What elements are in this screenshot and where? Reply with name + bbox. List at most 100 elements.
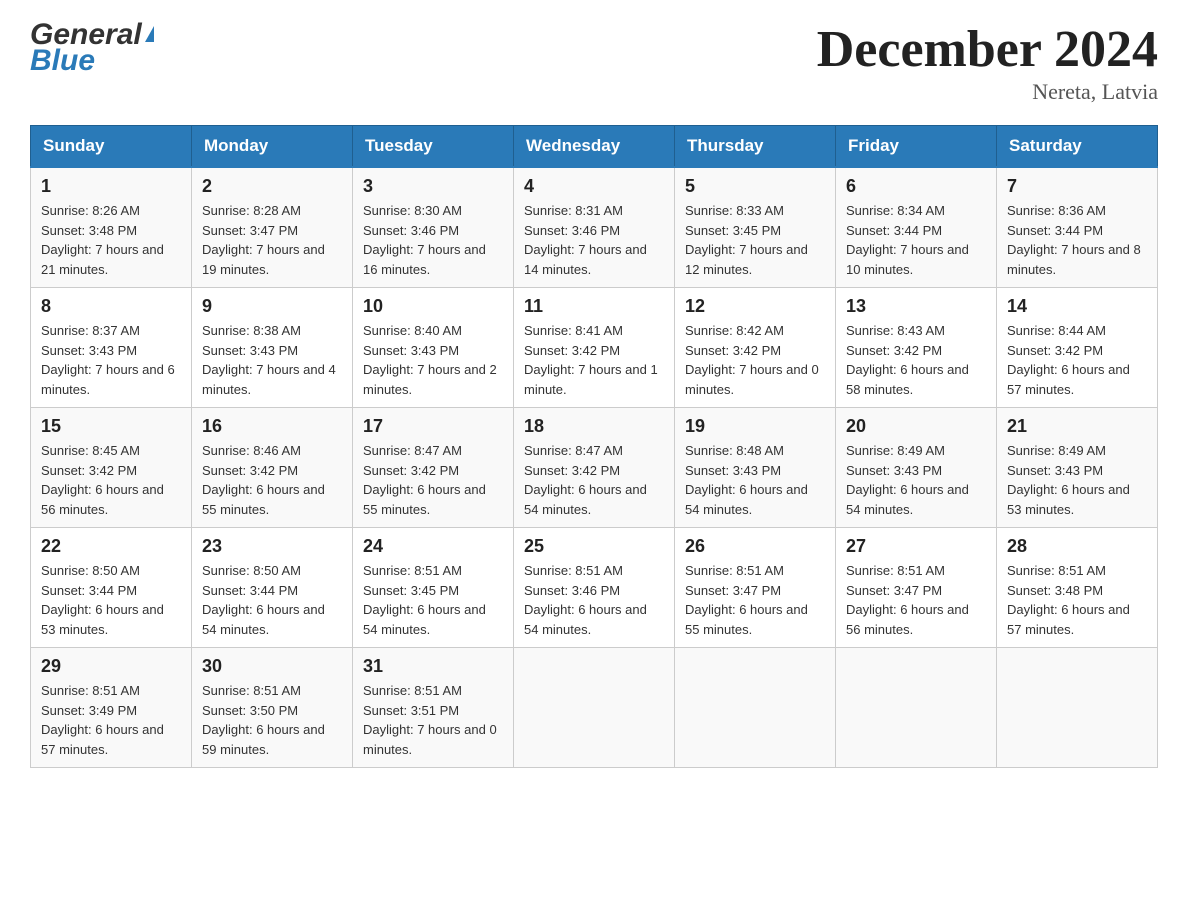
day-info: Sunrise: 8:48 AM Sunset: 3:43 PM Dayligh… <box>685 441 825 519</box>
table-row: 13 Sunrise: 8:43 AM Sunset: 3:42 PM Dayl… <box>836 288 997 408</box>
table-row: 2 Sunrise: 8:28 AM Sunset: 3:47 PM Dayli… <box>192 167 353 288</box>
day-info: Sunrise: 8:30 AM Sunset: 3:46 PM Dayligh… <box>363 201 503 279</box>
day-number: 10 <box>363 296 503 317</box>
day-number: 18 <box>524 416 664 437</box>
col-saturday: Saturday <box>997 126 1158 168</box>
table-row <box>514 648 675 768</box>
table-row: 28 Sunrise: 8:51 AM Sunset: 3:48 PM Dayl… <box>997 528 1158 648</box>
table-row: 16 Sunrise: 8:46 AM Sunset: 3:42 PM Dayl… <box>192 408 353 528</box>
table-row <box>675 648 836 768</box>
table-row: 20 Sunrise: 8:49 AM Sunset: 3:43 PM Dayl… <box>836 408 997 528</box>
calendar-row: 1 Sunrise: 8:26 AM Sunset: 3:48 PM Dayli… <box>31 167 1158 288</box>
table-row: 4 Sunrise: 8:31 AM Sunset: 3:46 PM Dayli… <box>514 167 675 288</box>
day-info: Sunrise: 8:47 AM Sunset: 3:42 PM Dayligh… <box>363 441 503 519</box>
table-row: 19 Sunrise: 8:48 AM Sunset: 3:43 PM Dayl… <box>675 408 836 528</box>
day-info: Sunrise: 8:51 AM Sunset: 3:51 PM Dayligh… <box>363 681 503 759</box>
day-number: 19 <box>685 416 825 437</box>
day-number: 26 <box>685 536 825 557</box>
day-number: 24 <box>363 536 503 557</box>
day-info: Sunrise: 8:44 AM Sunset: 3:42 PM Dayligh… <box>1007 321 1147 399</box>
day-number: 17 <box>363 416 503 437</box>
day-info: Sunrise: 8:33 AM Sunset: 3:45 PM Dayligh… <box>685 201 825 279</box>
table-row: 9 Sunrise: 8:38 AM Sunset: 3:43 PM Dayli… <box>192 288 353 408</box>
day-number: 4 <box>524 176 664 197</box>
day-info: Sunrise: 8:51 AM Sunset: 3:45 PM Dayligh… <box>363 561 503 639</box>
day-info: Sunrise: 8:51 AM Sunset: 3:46 PM Dayligh… <box>524 561 664 639</box>
day-info: Sunrise: 8:49 AM Sunset: 3:43 PM Dayligh… <box>846 441 986 519</box>
day-info: Sunrise: 8:50 AM Sunset: 3:44 PM Dayligh… <box>41 561 181 639</box>
day-number: 8 <box>41 296 181 317</box>
table-row: 21 Sunrise: 8:49 AM Sunset: 3:43 PM Dayl… <box>997 408 1158 528</box>
table-row: 12 Sunrise: 8:42 AM Sunset: 3:42 PM Dayl… <box>675 288 836 408</box>
table-row: 26 Sunrise: 8:51 AM Sunset: 3:47 PM Dayl… <box>675 528 836 648</box>
day-number: 15 <box>41 416 181 437</box>
calendar-row: 8 Sunrise: 8:37 AM Sunset: 3:43 PM Dayli… <box>31 288 1158 408</box>
day-info: Sunrise: 8:36 AM Sunset: 3:44 PM Dayligh… <box>1007 201 1147 279</box>
table-row <box>836 648 997 768</box>
table-row: 3 Sunrise: 8:30 AM Sunset: 3:46 PM Dayli… <box>353 167 514 288</box>
table-row: 27 Sunrise: 8:51 AM Sunset: 3:47 PM Dayl… <box>836 528 997 648</box>
table-row: 10 Sunrise: 8:40 AM Sunset: 3:43 PM Dayl… <box>353 288 514 408</box>
day-info: Sunrise: 8:51 AM Sunset: 3:48 PM Dayligh… <box>1007 561 1147 639</box>
table-row: 18 Sunrise: 8:47 AM Sunset: 3:42 PM Dayl… <box>514 408 675 528</box>
day-info: Sunrise: 8:42 AM Sunset: 3:42 PM Dayligh… <box>685 321 825 399</box>
col-sunday: Sunday <box>31 126 192 168</box>
day-number: 13 <box>846 296 986 317</box>
day-number: 25 <box>524 536 664 557</box>
table-row: 24 Sunrise: 8:51 AM Sunset: 3:45 PM Dayl… <box>353 528 514 648</box>
table-row: 14 Sunrise: 8:44 AM Sunset: 3:42 PM Dayl… <box>997 288 1158 408</box>
location-text: Nereta, Latvia <box>817 79 1158 105</box>
day-number: 28 <box>1007 536 1147 557</box>
day-number: 16 <box>202 416 342 437</box>
day-number: 5 <box>685 176 825 197</box>
table-row: 15 Sunrise: 8:45 AM Sunset: 3:42 PM Dayl… <box>31 408 192 528</box>
day-info: Sunrise: 8:28 AM Sunset: 3:47 PM Dayligh… <box>202 201 342 279</box>
day-number: 11 <box>524 296 664 317</box>
title-area: December 2024 Nereta, Latvia <box>817 20 1158 105</box>
table-row: 22 Sunrise: 8:50 AM Sunset: 3:44 PM Dayl… <box>31 528 192 648</box>
table-row: 30 Sunrise: 8:51 AM Sunset: 3:50 PM Dayl… <box>192 648 353 768</box>
table-row: 7 Sunrise: 8:36 AM Sunset: 3:44 PM Dayli… <box>997 167 1158 288</box>
calendar-row: 29 Sunrise: 8:51 AM Sunset: 3:49 PM Dayl… <box>31 648 1158 768</box>
day-number: 2 <box>202 176 342 197</box>
day-number: 23 <box>202 536 342 557</box>
day-number: 3 <box>363 176 503 197</box>
table-row: 8 Sunrise: 8:37 AM Sunset: 3:43 PM Dayli… <box>31 288 192 408</box>
table-row: 29 Sunrise: 8:51 AM Sunset: 3:49 PM Dayl… <box>31 648 192 768</box>
table-row: 25 Sunrise: 8:51 AM Sunset: 3:46 PM Dayl… <box>514 528 675 648</box>
day-info: Sunrise: 8:51 AM Sunset: 3:47 PM Dayligh… <box>846 561 986 639</box>
day-info: Sunrise: 8:47 AM Sunset: 3:42 PM Dayligh… <box>524 441 664 519</box>
day-info: Sunrise: 8:38 AM Sunset: 3:43 PM Dayligh… <box>202 321 342 399</box>
day-number: 6 <box>846 176 986 197</box>
day-info: Sunrise: 8:26 AM Sunset: 3:48 PM Dayligh… <box>41 201 181 279</box>
col-wednesday: Wednesday <box>514 126 675 168</box>
day-info: Sunrise: 8:31 AM Sunset: 3:46 PM Dayligh… <box>524 201 664 279</box>
day-number: 27 <box>846 536 986 557</box>
col-monday: Monday <box>192 126 353 168</box>
day-info: Sunrise: 8:46 AM Sunset: 3:42 PM Dayligh… <box>202 441 342 519</box>
day-number: 20 <box>846 416 986 437</box>
table-row: 5 Sunrise: 8:33 AM Sunset: 3:45 PM Dayli… <box>675 167 836 288</box>
logo: General Blue <box>30 20 154 76</box>
day-info: Sunrise: 8:43 AM Sunset: 3:42 PM Dayligh… <box>846 321 986 399</box>
day-number: 21 <box>1007 416 1147 437</box>
col-friday: Friday <box>836 126 997 168</box>
logo-blue-text: Blue <box>30 46 154 76</box>
day-number: 1 <box>41 176 181 197</box>
day-info: Sunrise: 8:34 AM Sunset: 3:44 PM Dayligh… <box>846 201 986 279</box>
table-row: 23 Sunrise: 8:50 AM Sunset: 3:44 PM Dayl… <box>192 528 353 648</box>
day-number: 22 <box>41 536 181 557</box>
day-number: 14 <box>1007 296 1147 317</box>
day-number: 29 <box>41 656 181 677</box>
logo-triangle-icon <box>145 26 154 42</box>
day-info: Sunrise: 8:51 AM Sunset: 3:50 PM Dayligh… <box>202 681 342 759</box>
calendar-row: 22 Sunrise: 8:50 AM Sunset: 3:44 PM Dayl… <box>31 528 1158 648</box>
day-number: 12 <box>685 296 825 317</box>
day-info: Sunrise: 8:51 AM Sunset: 3:47 PM Dayligh… <box>685 561 825 639</box>
day-info: Sunrise: 8:37 AM Sunset: 3:43 PM Dayligh… <box>41 321 181 399</box>
table-row: 31 Sunrise: 8:51 AM Sunset: 3:51 PM Dayl… <box>353 648 514 768</box>
col-tuesday: Tuesday <box>353 126 514 168</box>
day-number: 7 <box>1007 176 1147 197</box>
day-info: Sunrise: 8:41 AM Sunset: 3:42 PM Dayligh… <box>524 321 664 399</box>
day-number: 9 <box>202 296 342 317</box>
